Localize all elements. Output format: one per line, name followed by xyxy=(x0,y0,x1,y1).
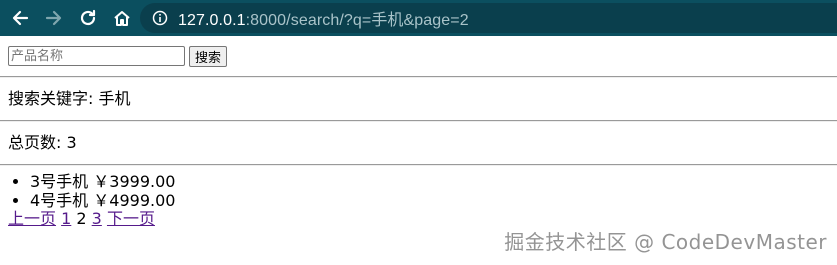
product-name: 3号手机 xyxy=(30,172,89,191)
product-name: 4号手机 xyxy=(30,191,89,210)
divider xyxy=(0,120,837,122)
info-icon[interactable] xyxy=(152,10,168,26)
search-form: 搜索 xyxy=(8,44,829,68)
total-pages-line: 总页数: 3 xyxy=(8,133,77,152)
back-icon[interactable] xyxy=(8,6,32,30)
divider xyxy=(0,76,837,78)
url-host: 127.0.0.1 xyxy=(178,12,246,29)
url-text[interactable]: 127.0.0.1:8000/search/?q=手机&page=2 xyxy=(178,6,469,30)
product-price: ￥3999.00 xyxy=(93,172,176,191)
reload-icon[interactable] xyxy=(76,6,100,30)
search-button[interactable]: 搜索 xyxy=(189,45,228,67)
prev-page-link[interactable]: 上一页 xyxy=(8,209,56,228)
list-item: 4号手机 ￥4999.00 xyxy=(30,191,829,210)
home-icon[interactable] xyxy=(110,6,134,30)
product-list: 3号手机 ￥3999.00 4号手机 ￥4999.00 xyxy=(8,172,829,210)
list-item: 3号手机 ￥3999.00 xyxy=(30,172,829,191)
watermark: 掘金技术社区 @ CodeDevMaster xyxy=(504,230,827,254)
product-price: ￥4999.00 xyxy=(93,191,176,210)
page-link-3[interactable]: 3 xyxy=(92,209,102,228)
current-page: 2 xyxy=(76,209,87,228)
address-bar[interactable]: 127.0.0.1:8000/search/?q=手机&page=2 xyxy=(140,3,837,33)
forward-icon[interactable] xyxy=(42,6,66,30)
url-path: :8000/search/?q=手机&page=2 xyxy=(245,12,469,29)
page-content: 搜索 搜索关键字: 手机 总页数: 3 3号手机 ￥3999.00 4号手机 ￥… xyxy=(0,36,837,228)
search-input[interactable] xyxy=(8,46,185,66)
page-link-1[interactable]: 1 xyxy=(61,209,71,228)
next-page-link[interactable]: 下一页 xyxy=(107,209,155,228)
divider xyxy=(0,164,837,166)
browser-toolbar: 127.0.0.1:8000/search/?q=手机&page=2 xyxy=(0,0,837,36)
keyword-line: 搜索关键字: 手机 xyxy=(8,89,131,108)
